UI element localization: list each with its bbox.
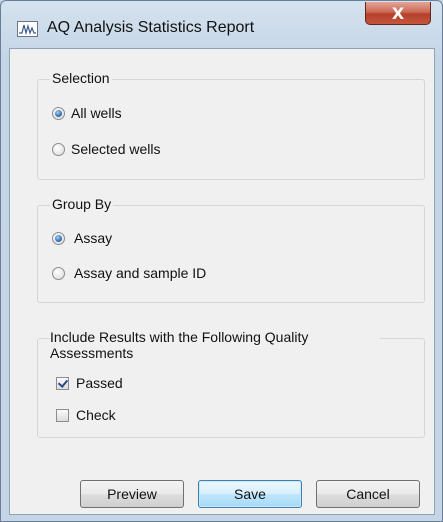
radio-label: Assay bbox=[74, 230, 113, 246]
checkbox-checked[interactable] bbox=[56, 376, 69, 390]
dialog-body: Selection All wells Selected wells Group… bbox=[9, 48, 435, 515]
radio-label: All wells bbox=[71, 105, 122, 121]
radio-selected-wells[interactable]: Selected wells bbox=[52, 141, 161, 157]
radio-label: Assay and sample ID bbox=[74, 265, 207, 281]
checkbox-label: Check bbox=[76, 407, 116, 423]
close-button[interactable]: X bbox=[365, 2, 431, 25]
waveform-icon bbox=[17, 21, 38, 37]
title-bar[interactable]: AQ Analysis Statistics Report X bbox=[1, 1, 442, 47]
radio-button[interactable] bbox=[52, 142, 65, 156]
group-by-group-title: Group By bbox=[50, 196, 114, 212]
checkbox-check[interactable]: Check bbox=[56, 407, 116, 423]
selection-group-title: Selection bbox=[50, 70, 112, 86]
radio-button-checked[interactable] bbox=[52, 231, 65, 245]
save-button[interactable]: Save bbox=[198, 480, 302, 508]
radio-button-checked[interactable] bbox=[52, 106, 65, 120]
quality-assessments-group: Include Results with the Following Quali… bbox=[37, 329, 425, 438]
radio-all-wells[interactable]: All wells bbox=[52, 105, 122, 121]
radio-assay-and-sample-id[interactable]: Assay and sample ID bbox=[52, 265, 206, 281]
radio-assay[interactable]: Assay bbox=[52, 230, 112, 246]
dialog-window: AQ Analysis Statistics Report X Selectio… bbox=[0, 0, 443, 522]
selection-group: Selection All wells Selected wells bbox=[37, 70, 425, 180]
cancel-button[interactable]: Cancel bbox=[316, 480, 420, 508]
checkbox-passed[interactable]: Passed bbox=[56, 375, 123, 391]
quality-group-title: Include Results with the Following Quali… bbox=[50, 329, 380, 361]
group-by-group: Group By Assay Assay and sample ID bbox=[37, 196, 425, 303]
preview-button[interactable]: Preview bbox=[80, 480, 184, 508]
radio-button[interactable] bbox=[52, 266, 65, 280]
radio-label: Selected wells bbox=[71, 141, 161, 157]
close-icon: X bbox=[391, 3, 405, 23]
checkbox-label: Passed bbox=[76, 375, 123, 391]
checkbox[interactable] bbox=[56, 408, 69, 422]
window-title: AQ Analysis Statistics Report bbox=[47, 19, 255, 36]
